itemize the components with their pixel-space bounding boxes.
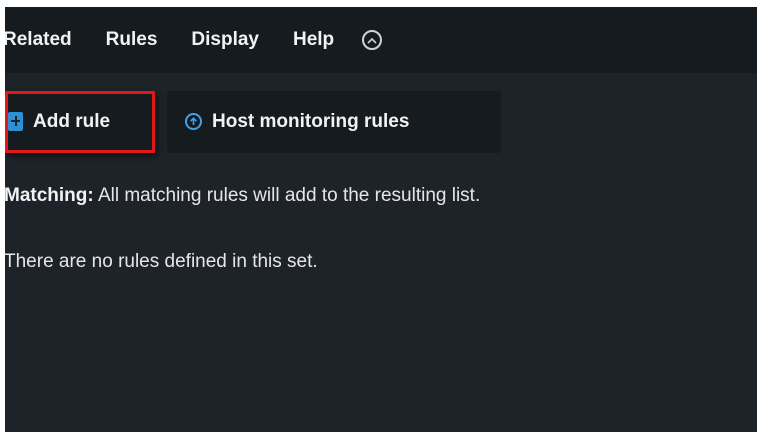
matching-label: Matching: bbox=[5, 185, 94, 206]
toolbar: Add rule Host monitoring rules bbox=[5, 90, 501, 153]
host-monitoring-rules-button[interactable]: Host monitoring rules bbox=[167, 90, 501, 153]
menu-related[interactable]: Related bbox=[5, 29, 72, 51]
app-window: Related Rules Display Help Add rule Host… bbox=[5, 7, 757, 432]
menu-bar: Related Rules Display Help bbox=[5, 7, 757, 73]
empty-rules-message: There are no rules defined in this set. bbox=[5, 251, 318, 272]
arrow-up-circle-icon bbox=[185, 113, 202, 130]
add-rule-label: Add rule bbox=[33, 110, 111, 132]
add-icon bbox=[8, 112, 23, 131]
host-monitoring-rules-label: Host monitoring rules bbox=[212, 110, 410, 132]
add-rule-button[interactable]: Add rule bbox=[5, 90, 155, 153]
menu-help[interactable]: Help bbox=[293, 29, 334, 51]
menu-display[interactable]: Display bbox=[191, 29, 259, 51]
menu-rules[interactable]: Rules bbox=[106, 29, 158, 51]
matching-info: Matching: All matching rules will add to… bbox=[5, 185, 480, 207]
chevron-up-circle-icon[interactable] bbox=[362, 30, 383, 50]
matching-text: All matching rules will add to the resul… bbox=[97, 185, 481, 206]
